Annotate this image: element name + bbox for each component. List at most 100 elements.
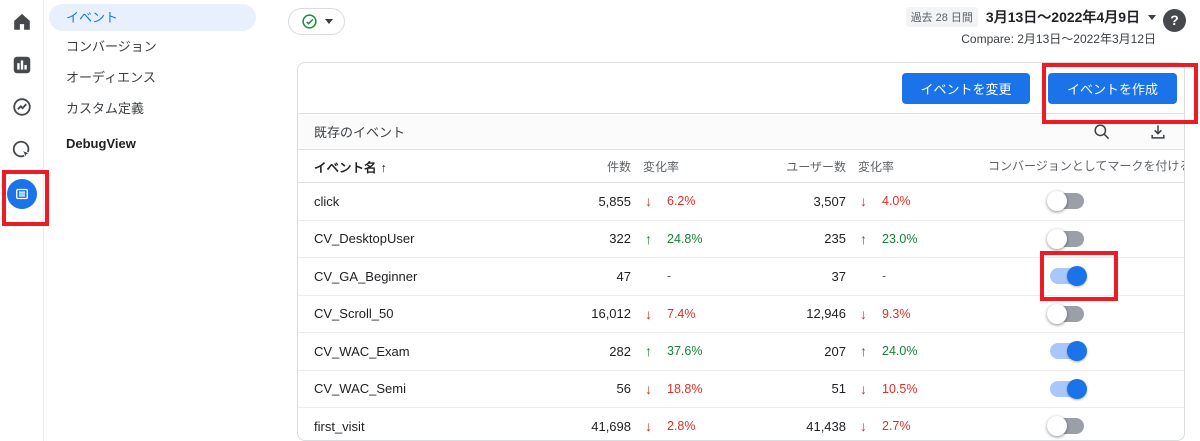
date-range-chip: 過去 28 日間 (906, 7, 978, 27)
mark-cell (988, 418, 1184, 434)
column-header-users[interactable]: ユーザー数 (773, 158, 846, 175)
event-count: 16,012 (538, 306, 631, 321)
users-change-cell: - (846, 269, 988, 283)
sidebar-item-audiences[interactable]: オーディエンス (44, 62, 289, 93)
table-toolbar: 既存のイベント (298, 114, 1184, 150)
sidebar-item-custom-definitions[interactable]: カスタム定義 (44, 93, 289, 124)
sidebar-item-conversions[interactable]: コンバージョン (44, 31, 289, 62)
event-name: click (298, 194, 538, 209)
events-card: イベントを変更 イベントを作成 既存のイベント イベント名↑ 件数 変化率 ユー… (297, 62, 1185, 441)
event-count: 41,698 (538, 419, 631, 434)
event-name: CV_WAC_Semi (298, 381, 538, 396)
trend-arrow-icon: ↓ (643, 306, 654, 322)
date-range-text: 3月13日〜2022年4月9日 (986, 7, 1140, 27)
create-event-button[interactable]: イベントを作成 (1048, 73, 1177, 104)
search-icon[interactable] (1092, 122, 1112, 142)
trend-arrow-icon: ↓ (858, 381, 869, 397)
count-change-value: 6.2% (667, 194, 696, 208)
toggle-knob (1067, 341, 1087, 361)
count-change-cell: ↓ 2.8% (631, 418, 773, 434)
event-users: 3,507 (773, 194, 846, 209)
conversion-toggle[interactable] (1050, 193, 1084, 209)
event-users: 12,946 (773, 306, 846, 321)
table-header-row: イベント名↑ 件数 変化率 ユーザー数 変化率 コンバージョンとしてマークを付け… (298, 150, 1184, 183)
users-change-cell: ↓ 9.3% (846, 306, 988, 322)
trend-arrow-icon: ↓ (858, 306, 869, 322)
mark-cell (988, 343, 1184, 359)
conversion-toggle[interactable] (1050, 343, 1084, 359)
download-icon[interactable] (1148, 122, 1168, 142)
trend-arrow-icon: ↓ (858, 193, 869, 209)
users-change-value: - (882, 269, 886, 283)
users-change-cell: ↓ 10.5% (846, 381, 988, 397)
users-change-value: 2.7% (882, 419, 911, 433)
conversion-toggle[interactable] (1050, 268, 1084, 284)
table-body: click 5,855 ↓ 6.2% 3,507 ↓ 4.0% CV_Deskt… (298, 183, 1184, 441)
chevron-down-icon (1148, 15, 1156, 20)
reports-icon[interactable] (11, 54, 33, 76)
configure-icon[interactable] (7, 179, 37, 209)
trend-arrow-icon: ↑ (858, 231, 869, 247)
count-change-cell: ↑ 37.6% (631, 343, 773, 359)
check-circle-icon (301, 13, 318, 30)
sidebar-item-events[interactable]: イベント (49, 4, 256, 31)
toggle-knob (1067, 266, 1087, 286)
event-count: 47 (538, 269, 631, 284)
table-row: CV_Scroll_50 16,012 ↓ 7.4% 12,946 ↓ 9.3% (298, 296, 1184, 334)
table-row: CV_WAC_Exam 282 ↑ 37.6% 207 ↑ 24.0% (298, 333, 1184, 371)
data-quality-dropdown[interactable] (288, 8, 345, 35)
conversion-toggle[interactable] (1050, 381, 1084, 397)
event-name: CV_DesktopUser (298, 231, 538, 246)
modify-event-button[interactable]: イベントを変更 (902, 73, 1030, 104)
chevron-down-icon (325, 19, 333, 24)
explore-icon[interactable] (11, 96, 33, 118)
advertising-icon[interactable] (11, 139, 33, 161)
table-row: first_visit 41,698 ↓ 2.8% 41,438 ↓ 2.7% (298, 408, 1184, 441)
table-row: CV_DesktopUser 322 ↑ 24.8% 235 ↑ 23.0% (298, 221, 1184, 259)
count-change-cell: ↓ 7.4% (631, 306, 773, 322)
trend-arrow-icon: ↑ (643, 231, 654, 247)
conversion-toggle[interactable] (1050, 418, 1084, 434)
column-header-count-change: 変化率 (631, 158, 773, 175)
count-change-value: 24.8% (667, 232, 702, 246)
event-count: 56 (538, 381, 631, 396)
home-icon[interactable] (11, 11, 33, 33)
conversion-toggle[interactable] (1050, 231, 1084, 247)
event-users: 37 (773, 269, 846, 284)
count-change-cell: ↓ 6.2% (631, 193, 773, 209)
event-count: 5,855 (538, 194, 631, 209)
compare-range-text: Compare: 2月13日〜2022年3月12日 (906, 30, 1156, 47)
event-users: 51 (773, 381, 846, 396)
ga4-events-page: イベント コンバージョン オーディエンス カスタム定義 DebugView 過去… (0, 0, 1200, 441)
event-users: 41,438 (773, 419, 846, 434)
mark-cell (988, 231, 1184, 247)
count-change-value: 18.8% (667, 382, 702, 396)
users-change-cell: ↑ 23.0% (846, 231, 988, 247)
mark-cell (988, 381, 1184, 397)
trend-arrow-icon: ↓ (643, 193, 654, 209)
conversion-toggle[interactable] (1050, 306, 1084, 322)
users-change-cell: ↓ 4.0% (846, 193, 988, 209)
help-icon[interactable]: ? (1163, 9, 1186, 32)
card-actions-row: イベントを変更 イベントを作成 (298, 63, 1184, 114)
event-name: first_visit (298, 419, 538, 434)
column-header-event-name[interactable]: イベント名↑ (298, 157, 538, 176)
users-change-value: 9.3% (882, 307, 911, 321)
count-change-cell: ↑ 24.8% (631, 231, 773, 247)
toggle-knob (1047, 304, 1067, 324)
nav-rail (0, 0, 44, 441)
sidebar-item-debugview[interactable]: DebugView (44, 128, 289, 159)
mark-cell (988, 268, 1184, 284)
users-change-cell: ↓ 2.7% (846, 418, 988, 434)
table-row: CV_GA_Beginner 47 - 37 - (298, 258, 1184, 296)
trend-arrow-icon: ↓ (643, 381, 654, 397)
event-name: CV_GA_Beginner (298, 269, 538, 284)
toggle-knob (1047, 229, 1067, 249)
event-name: CV_WAC_Exam (298, 344, 538, 359)
users-change-value: 24.0% (882, 344, 917, 358)
users-change-value: 4.0% (882, 194, 911, 208)
count-change-value: 2.8% (667, 419, 696, 433)
column-header-count[interactable]: 件数 (538, 158, 631, 175)
date-range-picker[interactable]: 過去 28 日間 3月13日〜2022年4月9日 Compare: 2月13日〜… (906, 7, 1156, 47)
table-row: click 5,855 ↓ 6.2% 3,507 ↓ 4.0% (298, 183, 1184, 221)
